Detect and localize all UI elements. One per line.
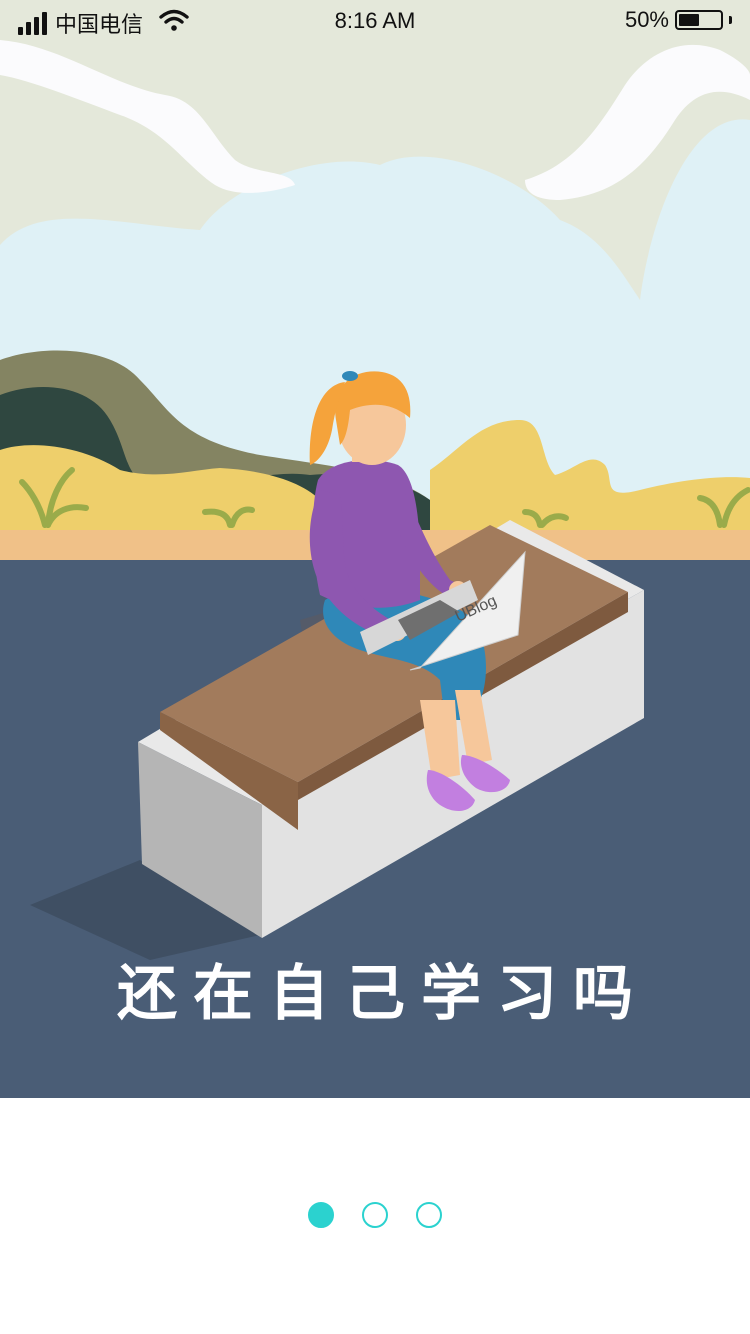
onboarding-tagline: 还在自己学习吗 [117,959,649,1029]
status-right: 50% [625,7,732,33]
onboarding-illustration: UBlog 还在自己学习吗 [0,0,750,1098]
woman-hair-tie [342,371,358,381]
status-bar: 中国电信 8:16 AM 50% [0,0,750,40]
battery-icon [675,10,723,30]
page-dot-1[interactable] [308,1202,334,1228]
page-indicator [0,1202,750,1228]
battery-percent: 50% [624,7,669,32]
page-dot-3[interactable] [416,1202,442,1228]
battery-level [679,14,699,26]
woman-on-bench-with-laptop-illustration: UBlog [0,0,750,1098]
battery-tip [729,16,732,24]
page-dot-2[interactable] [362,1202,388,1228]
